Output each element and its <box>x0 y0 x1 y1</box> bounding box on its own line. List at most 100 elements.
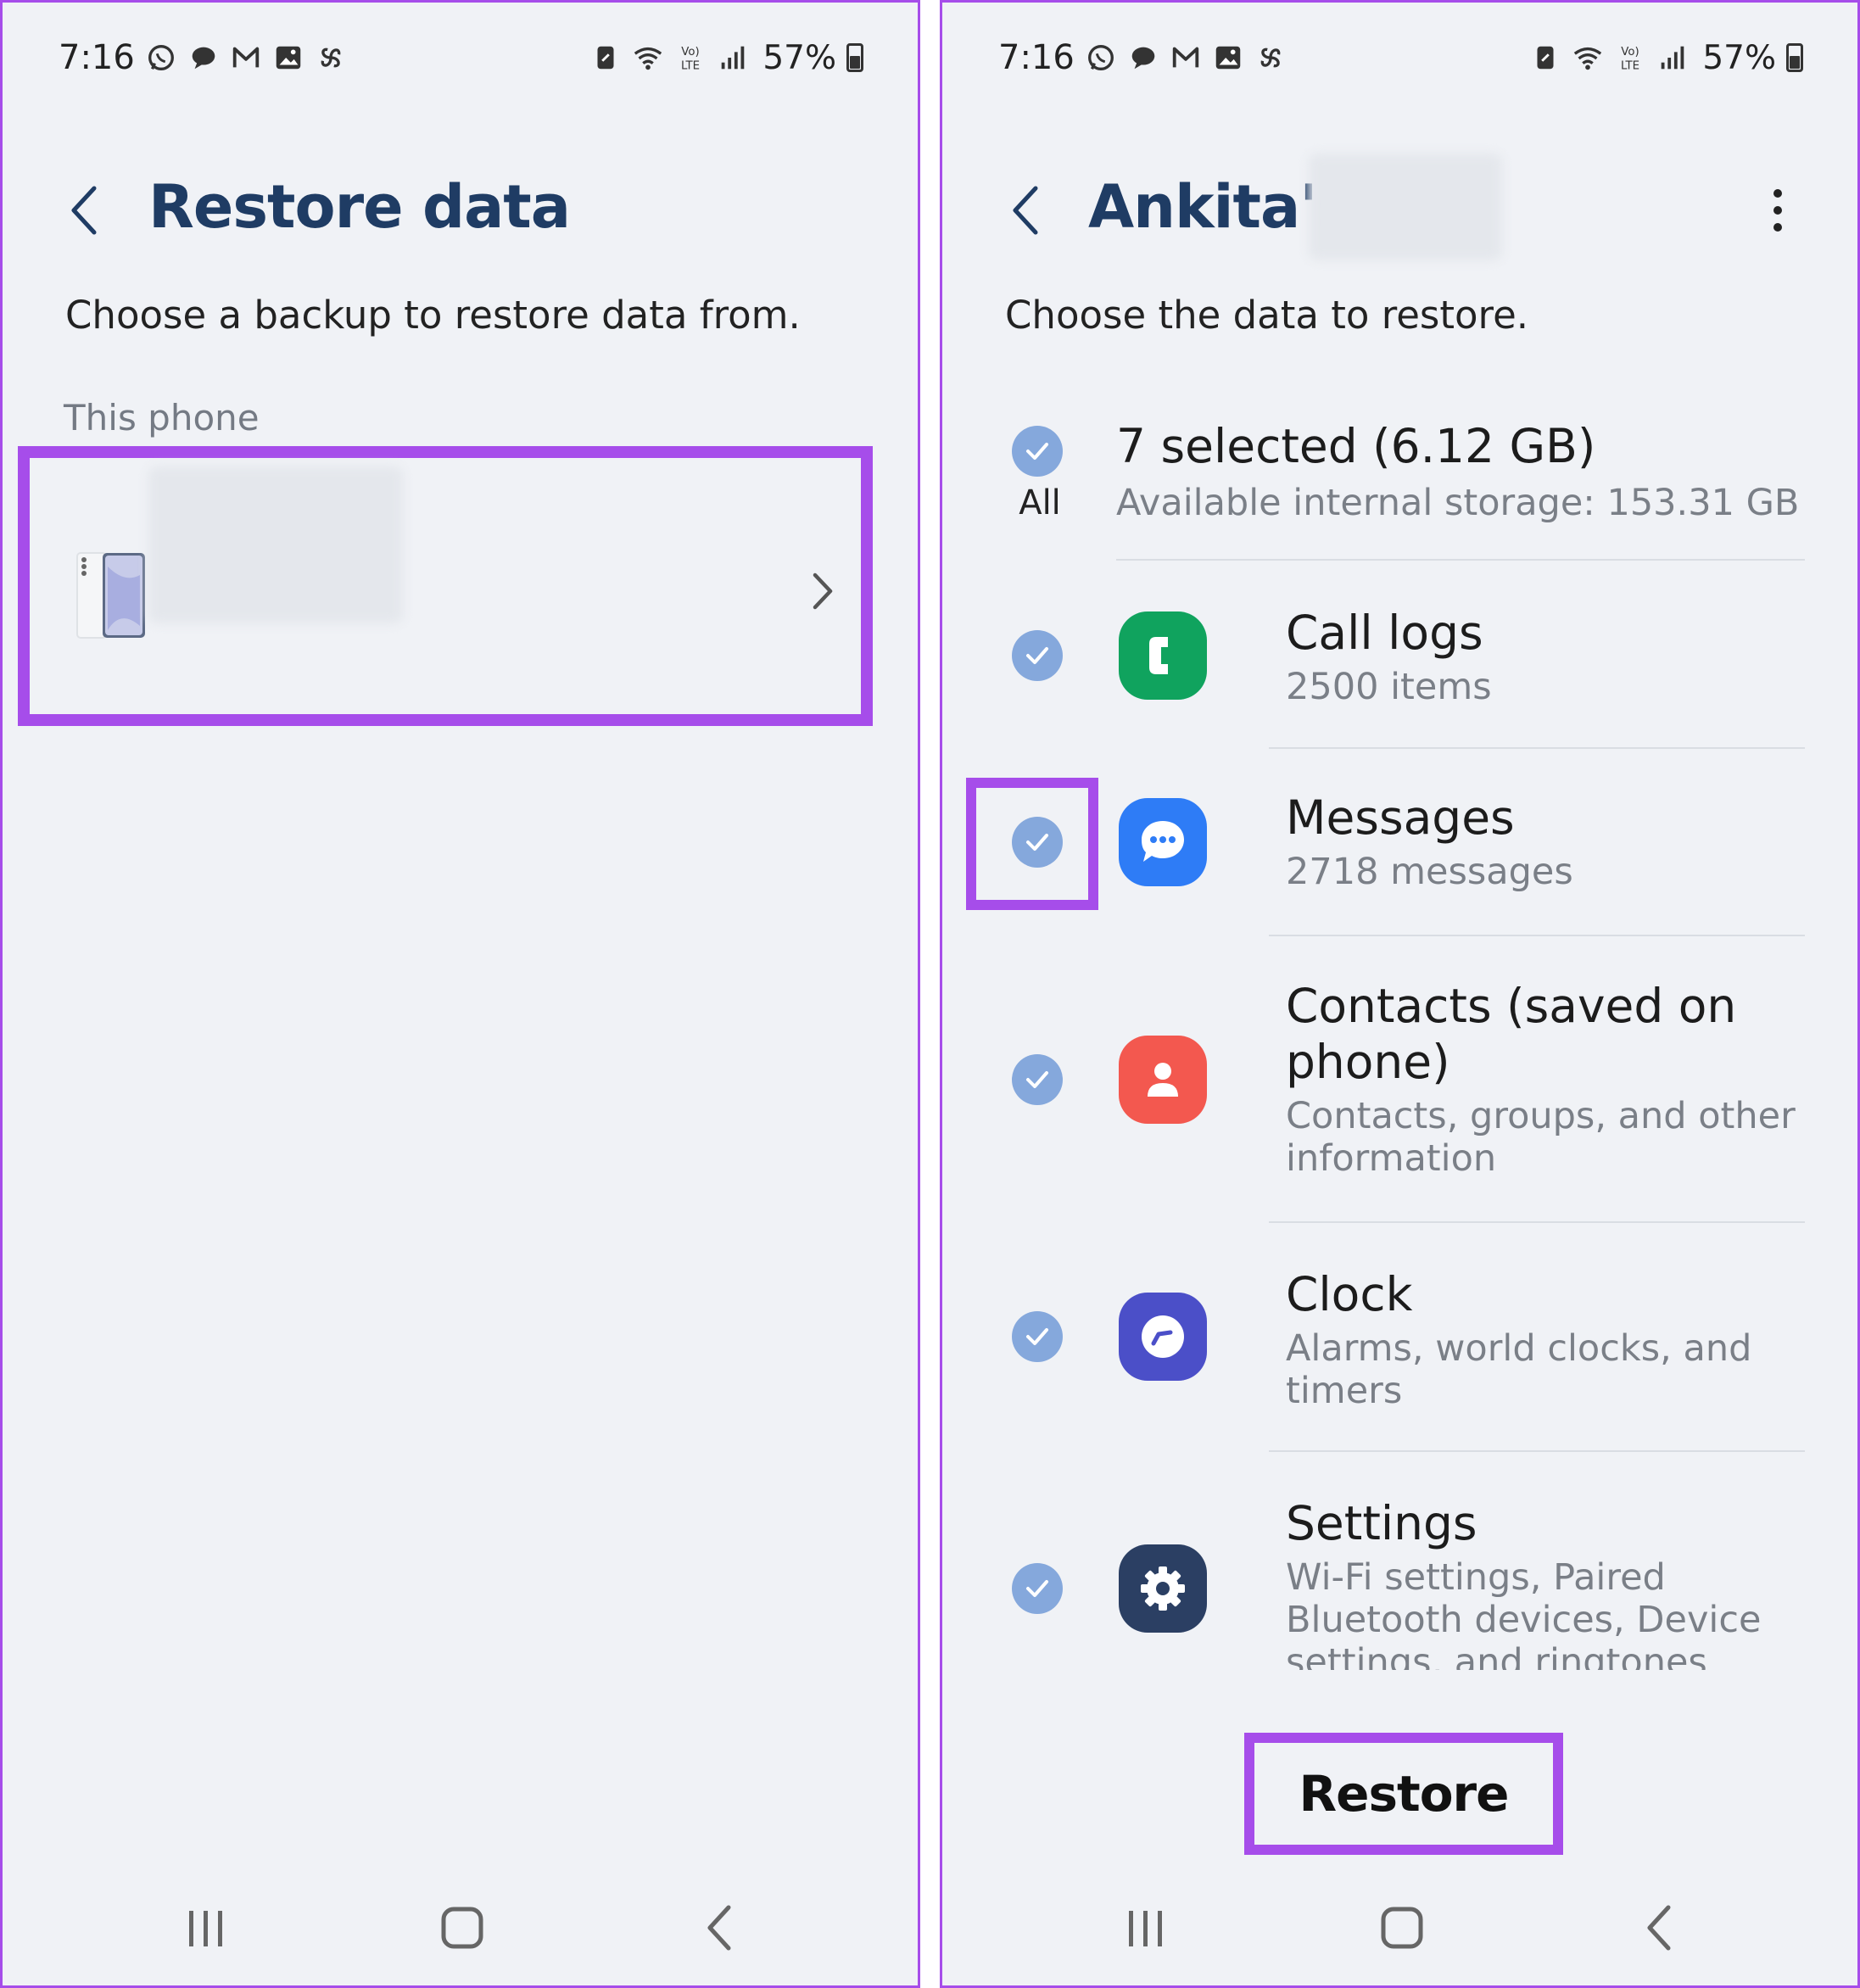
nav-back-button[interactable] <box>686 1894 754 1962</box>
svg-text:LTE: LTE <box>1621 59 1639 72</box>
home-icon <box>1381 1907 1423 1949</box>
back-button[interactable] <box>1000 176 1051 244</box>
gallery-icon <box>276 46 301 70</box>
restore-button[interactable]: Restore <box>1244 1733 1563 1855</box>
divider <box>1269 1221 1805 1223</box>
wifi-icon <box>1574 47 1602 70</box>
status-bar: 7:16 Vo) LTE 57% <box>59 36 863 79</box>
recents-icon <box>189 1911 222 1946</box>
status-time: 7:16 <box>59 38 135 77</box>
battery-saver-icon <box>597 46 614 70</box>
storage-available: Available internal storage: 153.31 GB <box>1116 482 1800 524</box>
checkbox-settings[interactable] <box>1012 1563 1063 1614</box>
signal-icon <box>1662 46 1684 70</box>
gmail-icon <box>232 47 260 68</box>
checkbox-contacts[interactable] <box>1012 1054 1063 1105</box>
item-title: Messages <box>1286 790 1515 845</box>
signal-icon <box>722 46 745 70</box>
check-icon <box>1026 1071 1048 1088</box>
recents-button[interactable] <box>1112 1894 1180 1962</box>
checkbox-call-logs[interactable] <box>1012 630 1063 681</box>
battery-percent: 57% <box>1702 38 1776 77</box>
selection-summary: 7 selected (6.12 GB) <box>1116 419 1596 473</box>
backup-item[interactable] <box>18 446 873 726</box>
select-all-checkbox[interactable] <box>1012 426 1063 477</box>
item-title: Contacts (saved on phone) <box>1286 979 1737 1089</box>
back-icon <box>707 1905 731 1951</box>
select-all-label: All <box>1019 483 1061 522</box>
nav-back-button[interactable] <box>1626 1894 1694 1962</box>
more-options-button[interactable] <box>1757 176 1799 244</box>
gmail-icon <box>1172 47 1199 68</box>
item-subtitle: Wi-Fi settings, Paired Bluetooth devices… <box>1286 1556 1762 1670</box>
messages-icon <box>1119 798 1207 886</box>
item-subtitle: Contacts, groups, and other information <box>1286 1095 1796 1180</box>
contacts-icon <box>1119 1036 1207 1124</box>
phone-device-icon <box>76 552 145 639</box>
home-button[interactable] <box>1368 1894 1436 1962</box>
check-icon <box>1026 647 1048 664</box>
svg-text:Vo): Vo) <box>1622 46 1639 59</box>
checkbox-clock[interactable] <box>1012 1311 1063 1362</box>
volte-lte-icon: Vo)LTE <box>1621 46 1639 72</box>
whatsapp-icon <box>148 45 174 70</box>
battery-percent: 57% <box>762 38 836 77</box>
chevron-left-icon <box>1013 186 1038 235</box>
chevron-left-icon <box>71 186 97 235</box>
battery-icon <box>1786 43 1803 72</box>
svg-text:Vo): Vo) <box>682 46 700 59</box>
backup-name-redacted <box>148 466 403 623</box>
recents-icon <box>1129 1911 1162 1946</box>
list-item-call-logs[interactable]: Call logs 2500 items <box>942 579 1857 749</box>
page-subtitle: Choose the data to restore. <box>1005 293 1529 338</box>
item-subtitle: 2500 items <box>1286 666 1492 708</box>
home-button[interactable] <box>428 1894 496 1962</box>
gallery-icon <box>1215 46 1241 70</box>
call-logs-icon <box>1119 611 1207 700</box>
navigation-bar <box>3 1894 918 1962</box>
check-icon <box>1026 834 1048 851</box>
list-item-messages[interactable]: Messages 2718 messages <box>942 766 1857 935</box>
page-title: Restore data <box>148 172 571 242</box>
clock-icon <box>1119 1293 1207 1381</box>
svg-text:LTE: LTE <box>681 59 700 72</box>
divider <box>1269 1450 1805 1452</box>
check-icon <box>1026 1328 1048 1345</box>
chat-bubble-icon <box>1131 47 1155 70</box>
list-item-clock[interactable]: Clock Alarms, world clocks, and timers <box>942 1241 1857 1453</box>
wifi-icon <box>634 47 662 70</box>
whatsapp-icon <box>1087 45 1114 70</box>
divider <box>1116 559 1805 561</box>
back-icon <box>1647 1905 1671 1951</box>
more-vertical-icon <box>1773 189 1782 232</box>
item-title: Call logs <box>1286 606 1483 660</box>
item-subtitle: Alarms, world clocks, and timers <box>1286 1327 1752 1412</box>
status-bar: 7:16 Vo) LTE 57% <box>998 36 1803 79</box>
chevron-right-icon <box>813 572 833 610</box>
back-button[interactable] <box>59 176 109 244</box>
recents-button[interactable] <box>172 1894 240 1962</box>
item-title: Settings <box>1286 1496 1477 1550</box>
phone-screen-restore-data: 7:16 Vo) LTE 57% Restore data Choose a ba… <box>0 0 920 1988</box>
list-item-settings[interactable]: Settings Wi-Fi settings, Paired Bluetoot… <box>942 1470 1857 1670</box>
navigation-bar <box>942 1894 1857 1962</box>
settings-icon <box>1119 1544 1207 1633</box>
check-icon <box>1026 443 1048 460</box>
pinwheel-icon <box>321 47 341 68</box>
volte-lte-icon: Vo)LTE <box>681 46 700 72</box>
status-time: 7:16 <box>998 38 1075 77</box>
section-label-this-phone: This phone <box>64 397 260 438</box>
battery-icon <box>846 43 863 72</box>
title-redacted <box>1309 154 1502 260</box>
item-subtitle: 2718 messages <box>1286 851 1573 893</box>
pinwheel-icon <box>1260 47 1281 68</box>
check-icon <box>1026 1580 1048 1597</box>
item-title: Clock <box>1286 1267 1413 1321</box>
phone-screen-choose-data: 7:16 Vo) LTE 57% Ankita's Choose the data… <box>940 0 1860 1988</box>
divider <box>1269 747 1805 749</box>
checkbox-messages[interactable] <box>1012 817 1063 868</box>
list-item-contacts[interactable]: Contacts (saved on phone) Contacts, grou… <box>942 952 1857 1215</box>
page-subtitle: Choose a backup to restore data from. <box>65 293 801 338</box>
select-all-row[interactable]: All 7 selected (6.12 GB) Available inter… <box>942 414 1857 541</box>
battery-saver-icon <box>1537 46 1554 70</box>
